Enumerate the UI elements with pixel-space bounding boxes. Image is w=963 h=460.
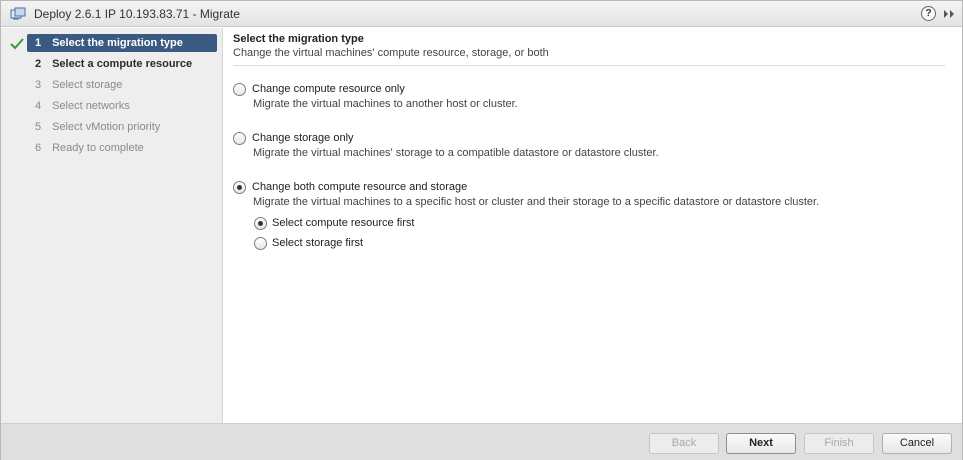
storage-only-label[interactable]: Change storage only (252, 132, 354, 144)
wizard-content: Select the migration type Change the vir… (224, 28, 962, 423)
storage-only-radio[interactable] (233, 132, 246, 145)
compute-only-label[interactable]: Change compute resource only (252, 83, 405, 95)
cancel-button[interactable]: Cancel (882, 433, 952, 454)
wizard-step-1[interactable]: 1 Select the migration type (27, 34, 217, 52)
compute-first-label[interactable]: Select compute resource first (272, 217, 414, 229)
wizard-step-4: 4 Select networks (35, 100, 130, 112)
wizard-step-5: 5 Select vMotion priority (35, 121, 161, 133)
step-label: Select vMotion priority (52, 121, 161, 133)
compute-and-storage-label[interactable]: Change both compute resource and storage (252, 181, 467, 193)
compute-and-storage-radio[interactable] (233, 181, 246, 194)
step-label: Select networks (52, 100, 130, 112)
back-button[interactable]: Back (649, 433, 719, 454)
next-button[interactable]: Next (726, 433, 796, 454)
step-label: Select the migration type (52, 37, 183, 49)
expand-icon[interactable] (941, 7, 957, 21)
migrate-dialog: Deploy 2.6.1 IP 10.193.83.71 - Migrate ?… (0, 0, 963, 460)
wizard-step-2[interactable]: 2 Select a compute resource (27, 55, 217, 73)
storage-first-label[interactable]: Select storage first (272, 237, 363, 249)
step-label: Select a compute resource (52, 58, 193, 70)
divider (233, 65, 945, 66)
page-subtitle: Change the virtual machines' compute res… (233, 47, 549, 59)
compute-only-radio[interactable] (233, 83, 246, 96)
storage-first-radio[interactable] (254, 237, 267, 250)
compute-and-storage-description: Migrate the virtual machines to a specif… (253, 196, 820, 208)
compute-first-radio[interactable] (254, 217, 267, 230)
wizard-step-6: 6 Ready to complete (35, 142, 144, 154)
wizard-footer: Back Next Finish Cancel (1, 423, 962, 460)
finish-button[interactable]: Finish (804, 433, 874, 454)
step-label: Ready to complete (52, 142, 144, 154)
compute-only-description: Migrate the virtual machines to another … (253, 98, 518, 110)
wizard-step-3: 3 Select storage (35, 79, 123, 91)
page-title: Select the migration type (233, 33, 364, 45)
check-icon (10, 38, 24, 50)
storage-only-description: Migrate the virtual machines' storage to… (253, 147, 659, 159)
help-icon[interactable]: ? (921, 6, 936, 21)
migrate-vm-icon (10, 7, 26, 20)
window-title: Deploy 2.6.1 IP 10.193.83.71 - Migrate (34, 7, 240, 21)
step-label: Select storage (52, 79, 123, 91)
wizard-steps-sidebar: 1 Select the migration type 2 Select a c… (1, 28, 223, 423)
title-bar: Deploy 2.6.1 IP 10.193.83.71 - Migrate ? (1, 1, 962, 27)
